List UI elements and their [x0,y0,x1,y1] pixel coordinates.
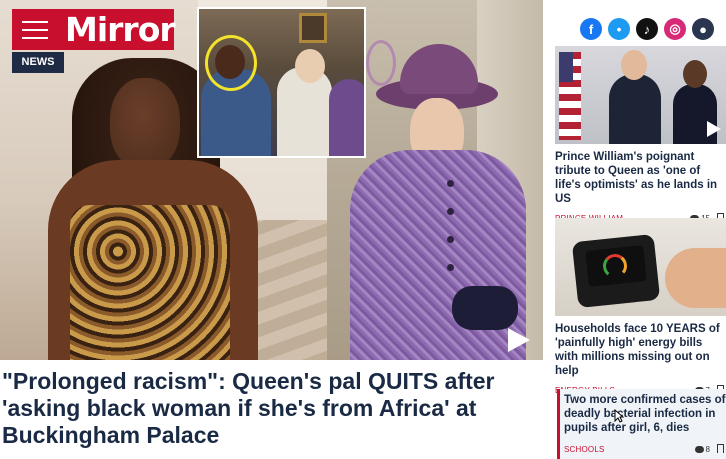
sidebar-article-1[interactable]: Prince William's poignant tribute to Que… [555,46,726,228]
article-thumbnail[interactable] [555,46,726,144]
site-logo[interactable]: Mirror [57,9,176,50]
facebook-icon[interactable]: f [580,18,602,40]
bookmark-icon[interactable] [717,444,724,453]
comment-count[interactable]: 8 [694,445,710,454]
hero-inset-photo [197,7,366,158]
hero-headline[interactable]: "Prolonged racism": Queen's pal QUITS af… [2,368,538,449]
article-title[interactable]: Two more confirmed cases of deadly bacte… [564,393,726,435]
twitter-icon[interactable]: • [608,18,630,40]
video-play-icon[interactable] [704,120,722,138]
menu-button[interactable] [12,9,57,50]
article-category[interactable]: SCHOOLS [564,445,605,454]
sidebar-article-2[interactable]: Households face 10 YEARS of 'painfully h… [555,218,726,400]
instagram-icon[interactable]: ◎ [664,18,686,40]
tiktok-icon[interactable]: ♪ [636,18,658,40]
comment-icon [694,446,704,454]
article-title[interactable]: Prince William's poignant tribute to Que… [555,150,726,206]
article-title[interactable]: Households face 10 YEARS of 'painfully h… [555,322,726,378]
hero-image[interactable] [0,0,543,360]
page: Mirror NEWS "Prolonged racism": Queen's … [0,0,726,459]
sidebar-article-3[interactable]: Two more confirmed cases of deadly bacte… [557,389,726,459]
mouse-cursor-icon [614,409,624,423]
article-thumbnail[interactable] [555,218,726,316]
video-play-icon[interactable] [496,320,536,360]
user-icon[interactable]: ● [692,18,714,40]
section-tag[interactable]: NEWS [12,52,64,73]
hamburger-icon [21,20,48,23]
highlight-circle [205,35,257,91]
social-icons: f • ♪ ◎ ● [580,18,714,40]
